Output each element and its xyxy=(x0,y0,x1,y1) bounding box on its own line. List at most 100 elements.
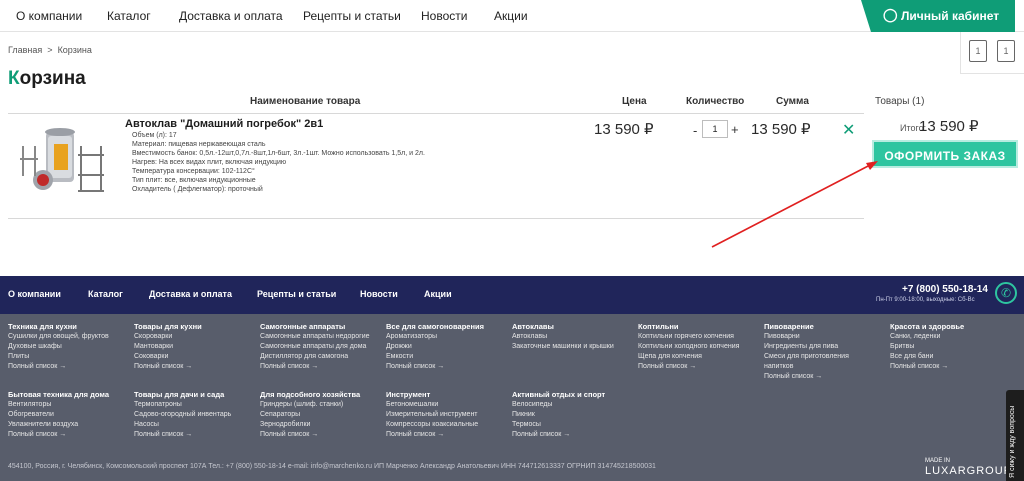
footer-link[interactable]: Увлажнители воздуха xyxy=(8,420,109,430)
footer-link[interactable]: Полный список → xyxy=(890,362,964,372)
footer-link[interactable]: Емкости xyxy=(386,352,484,362)
nav-recipes[interactable]: Рецепты и статьи xyxy=(303,9,401,23)
product-image[interactable] xyxy=(16,124,108,204)
footer-link[interactable]: Гриндеры (шлиф. станки) xyxy=(260,400,360,410)
footer-link[interactable]: Вентиляторы xyxy=(8,400,109,410)
footer-catalog: Техника для кухни Сушилки для овощей, фр… xyxy=(0,314,1024,481)
footer-link[interactable]: Духовые шкафы xyxy=(8,342,109,352)
footer-link[interactable]: Велосипеды xyxy=(512,400,605,410)
footer-link[interactable]: Полный список → xyxy=(134,362,202,372)
footer-link[interactable]: Полный список → xyxy=(638,362,739,372)
footer-nav-about[interactable]: О компании xyxy=(8,289,61,299)
cart-icon[interactable]: 1 xyxy=(997,40,1015,62)
footer-link[interactable]: Соковарки xyxy=(134,352,202,362)
footer-link[interactable]: Санки, леденки xyxy=(890,332,964,342)
nav-promo[interactable]: Акции xyxy=(494,9,528,23)
footer-link[interactable]: Сушилки для овощей, фруктов xyxy=(8,332,109,342)
footer-legal-info: 454100, Россия, г. Челябинск, Комсомольс… xyxy=(8,463,656,470)
footer-column-title[interactable]: Активный отдых и спорт xyxy=(512,390,605,399)
quantity-decrease-button[interactable]: - xyxy=(693,123,697,138)
footer-nav-catalog[interactable]: Каталог xyxy=(88,289,123,299)
footer-column-title[interactable]: Красота и здоровье xyxy=(890,322,964,331)
footer-nav-promo[interactable]: Акции xyxy=(424,289,452,299)
footer-nav-delivery[interactable]: Доставка и оплата xyxy=(149,289,232,299)
cart-items-count: Товары (1) xyxy=(875,96,925,107)
favorites-icon[interactable]: 1 xyxy=(969,40,987,62)
footer-link[interactable]: Полный список → xyxy=(8,430,109,440)
footer-column-title[interactable]: Пивоварение xyxy=(764,322,849,331)
user-icon: ◯ xyxy=(883,7,898,22)
footer-column: Самогонные аппараты Самогонные аппараты … xyxy=(260,322,370,372)
footer-link[interactable]: Дистиллятор для самогона xyxy=(260,352,370,362)
footer-link[interactable]: Термосы xyxy=(512,420,605,430)
footer-link[interactable]: Ароматизаторы xyxy=(386,332,484,342)
footer-nav-recipes[interactable]: Рецепты и статьи xyxy=(257,289,336,299)
footer-column-title[interactable]: Все для самогоноварения xyxy=(386,322,484,331)
footer-column-title[interactable]: Товары для дачи и сада xyxy=(134,390,231,399)
footer-link[interactable]: Компрессоры коаксиальные xyxy=(386,420,478,430)
phone-icon[interactable]: ✆ xyxy=(995,282,1017,304)
footer-link[interactable]: Щепа для копчения xyxy=(638,352,739,362)
nav-news[interactable]: Новости xyxy=(421,9,467,23)
footer-link[interactable]: Обогреватели xyxy=(8,410,109,420)
footer-link[interactable]: Самогонные аппараты недорогие xyxy=(260,332,370,342)
breadcrumb-separator: > xyxy=(47,45,53,55)
personal-account-button[interactable]: ◯ Личный кабинет xyxy=(861,0,1015,32)
footer-link[interactable]: Сепараторы xyxy=(260,410,360,420)
footer-link[interactable]: Полный список → xyxy=(512,430,605,440)
footer-link[interactable]: Бритвы xyxy=(890,342,964,352)
footer-link[interactable]: Полный список → xyxy=(8,362,109,372)
footer-column-title[interactable]: Техника для кухни xyxy=(8,322,109,331)
footer-link[interactable]: Измерительный инструмент xyxy=(386,410,478,420)
quantity-input[interactable]: 1 xyxy=(702,120,728,138)
footer-link[interactable]: Зернодробилки xyxy=(260,420,360,430)
footer-link[interactable]: Смеси для приготовления xyxy=(764,352,849,362)
page-title-first-letter: К xyxy=(8,68,20,89)
footer-link[interactable]: Автоклавы xyxy=(512,332,614,342)
footer-column-title[interactable]: Товары для кухни xyxy=(134,322,202,331)
footer-link[interactable]: Ингредиенты для пива xyxy=(764,342,849,352)
product-name[interactable]: Автоклав "Домашний погребок" 2в1 xyxy=(125,118,323,130)
footer-link[interactable]: Бетономешалки xyxy=(386,400,478,410)
remove-item-icon[interactable]: ✕ xyxy=(842,120,855,140)
nav-delivery[interactable]: Доставка и оплата xyxy=(179,9,283,23)
footer-nav-news[interactable]: Новости xyxy=(360,289,398,299)
footer-link[interactable]: Полный список → xyxy=(764,372,849,382)
footer-link[interactable]: Коптильни холодного копчения xyxy=(638,342,739,352)
chat-widget-tab[interactable]: Я сижу и жду вопросы xyxy=(1006,390,1024,481)
nav-catalog[interactable]: Каталог xyxy=(107,9,151,23)
footer-column-title[interactable]: Инструмент xyxy=(386,390,478,399)
footer-link[interactable]: Коптильни горячего копчения xyxy=(638,332,739,342)
footer-link[interactable]: Самогонные аппараты для дома xyxy=(260,342,370,352)
footer-link[interactable]: Полный список → xyxy=(386,362,484,372)
footer-column-title[interactable]: Бытовая техника для дома xyxy=(8,390,109,399)
header-icons: 1 1 xyxy=(960,32,1024,74)
footer-link[interactable]: Садово-огородный инвентарь xyxy=(134,410,231,420)
footer-column-title[interactable]: Коптильни xyxy=(638,322,739,331)
developer-logo[interactable]: LUXARGROUP xyxy=(925,465,1012,477)
footer-column-title[interactable]: Самогонные аппараты xyxy=(260,322,370,331)
footer-link[interactable]: Термопатроны xyxy=(134,400,231,410)
footer-column-title[interactable]: Для подсобного хозяйства xyxy=(260,390,360,399)
footer-link[interactable]: Пивоварни xyxy=(764,332,849,342)
footer-link[interactable]: Мантоварки xyxy=(134,342,202,352)
footer-column: Для подсобного хозяйства Гриндеры (шлиф.… xyxy=(260,390,360,440)
footer-link[interactable]: напитков xyxy=(764,362,849,372)
footer-phone[interactable]: +7 (800) 550-18-14 xyxy=(902,284,988,295)
checkout-button[interactable]: ОФОРМИТЬ ЗАКАЗ xyxy=(872,140,1018,168)
footer-link[interactable]: Плиты xyxy=(8,352,109,362)
nav-about[interactable]: О компании xyxy=(16,9,82,23)
footer-link[interactable]: Скороварки xyxy=(134,332,202,342)
footer-link[interactable]: Полный список → xyxy=(134,430,231,440)
footer-link[interactable]: Полный список → xyxy=(386,430,478,440)
breadcrumb-home[interactable]: Главная xyxy=(8,45,42,55)
footer-link[interactable]: Насосы xyxy=(134,420,231,430)
footer-link[interactable]: Полный список → xyxy=(260,430,360,440)
footer-link[interactable]: Пикник xyxy=(512,410,605,420)
footer-column-title[interactable]: Автоклавы xyxy=(512,322,614,331)
footer-link[interactable]: Все для бани xyxy=(890,352,964,362)
footer-link[interactable]: Закаточные машинки и крышки xyxy=(512,342,614,352)
quantity-increase-button[interactable]: + xyxy=(731,122,739,137)
footer-link[interactable]: Дрожжи xyxy=(386,342,484,352)
footer-link[interactable]: Полный список → xyxy=(260,362,370,372)
